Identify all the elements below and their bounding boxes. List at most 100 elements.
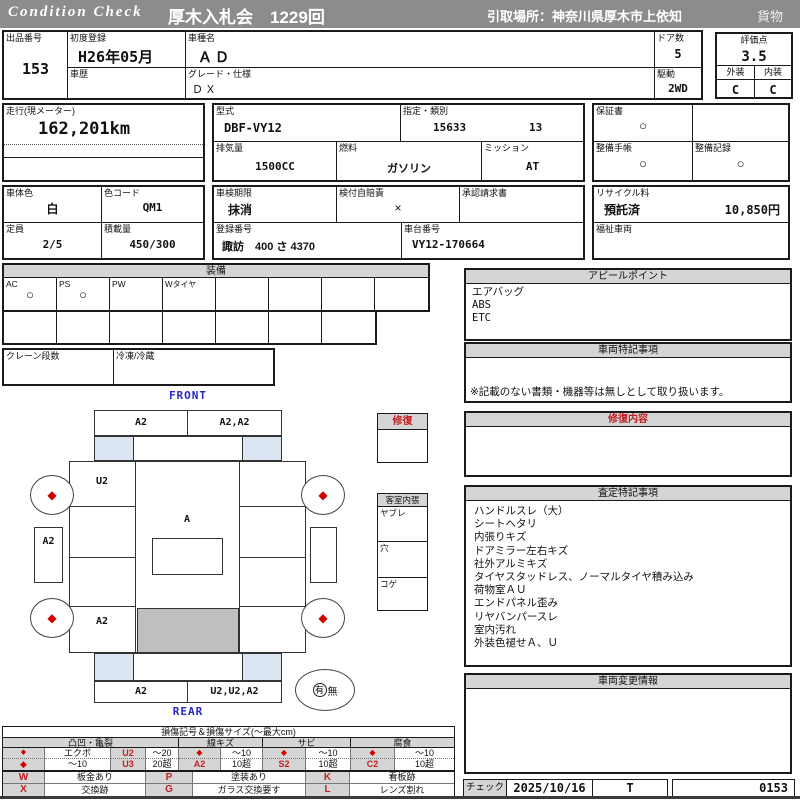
legend-code-k: K — [306, 772, 350, 784]
inspection-cell: 車検期限 抹消 — [214, 187, 337, 222]
legend-code-u3: U3 — [111, 759, 146, 770]
wheel-front-right: ◆ — [301, 475, 345, 515]
legend-text: 〜10 — [45, 759, 111, 770]
legend-text: 板金あり — [45, 772, 146, 784]
cabin-burn-cell: コゲ — [378, 578, 427, 609]
equipment-cell-empty — [322, 312, 375, 343]
capacity-value: 2/5 — [42, 238, 63, 251]
legend-text: 〜10 — [221, 748, 263, 759]
empty-cell — [693, 105, 788, 142]
pickup-location: 引取場所：神奈川県厚木市上依知 — [487, 9, 683, 24]
capacity-cell: 定員 2/5 — [4, 223, 102, 258]
legend-code-c2: C2 — [351, 759, 395, 770]
equipment-cell-empty — [269, 278, 322, 310]
rear-label: REAR — [172, 705, 204, 718]
right-door — [310, 527, 337, 583]
displacement-cell: 排気量 1500CC — [214, 142, 337, 180]
body-divider — [69, 557, 135, 558]
equipment-cell-empty — [375, 278, 428, 310]
equipment-cell-wtire: Wタイヤ — [163, 278, 216, 310]
assessment-notes-box: 査定特記事項 ハンドルスレ（大） シートヘタリ 内張りキズ ドアミラー左右キズ … — [464, 485, 792, 667]
color-capacity-box: 車体色 白 色コード QM1 定員 2/5 積載量 450/300 — [2, 185, 205, 260]
bottom-rule — [0, 796, 800, 799]
transmission-cell: ミッション AT — [482, 142, 583, 180]
exterior-grade-cell: C — [717, 80, 755, 97]
legend-text: 看板跡 — [350, 772, 454, 784]
appeal-item: ETC — [472, 312, 491, 324]
legend-group-scratch: 線キズ — [179, 738, 263, 748]
vehicle-notes-note: ※記載のない書類・機器等は無しとして取り扱います。 — [470, 386, 730, 398]
rear-cowl-left — [95, 654, 134, 680]
history-label: 車歴 — [70, 69, 89, 79]
legend-text: 20超 — [146, 759, 179, 770]
model-code-value: DBF-VY12 — [224, 121, 282, 135]
recycle-box: リサイクル料 預託済 10,850円 福祉車両 — [592, 185, 790, 260]
spare-tire-none-mark: 無 — [327, 686, 338, 698]
equipment-cell-empty — [4, 312, 57, 343]
registration-number-cell: 登録番号 諏訪 400 さ 4370 — [214, 223, 402, 258]
legend-text: 塗装あり — [193, 772, 306, 784]
brand-logo: Condition Check — [8, 4, 143, 20]
fridge-cell: 冷凍/冷蔵 — [114, 350, 273, 384]
approval-label: 承認請求書 — [462, 188, 508, 198]
insurance-cell: 検付自賠責 × — [337, 187, 460, 222]
cabin-tear-label: ヤブレ — [380, 508, 406, 518]
equipment-cell-empty — [216, 278, 269, 310]
legend-text: 〜10 — [395, 748, 454, 759]
mileage-label: 走行(現メーター) — [6, 106, 75, 116]
roof-panel — [152, 538, 223, 575]
recycle-status-value: 預託済 — [604, 203, 641, 217]
maintenance-book-cell: 整備手帳 ○ — [594, 142, 693, 180]
legend-group-corrosion: 腐食 — [351, 738, 454, 748]
color-code-cell: 色コード QM1 — [102, 187, 203, 223]
assessment-item: 室内汚れ — [474, 623, 516, 636]
recycle-fee-label: リサイクル料 — [596, 188, 650, 198]
crane-fridge-box: クレーン段数 冷凍/冷蔵 — [2, 348, 275, 386]
model-name-value: ＡＤ — [198, 49, 232, 65]
repair-detail-title: 修復内容 — [466, 413, 790, 427]
legend-symbol-diamond: ◆ — [179, 748, 221, 759]
legend-code-s2: S2 — [263, 759, 306, 770]
lot-number-value: 153 — [21, 60, 50, 78]
assessment-item: 外装色褪せＡ、Ｕ — [474, 637, 558, 650]
fuel-value: ガソリン — [387, 163, 431, 175]
legend-code-u2: U2 — [111, 748, 146, 759]
equipment-cell-empty — [216, 312, 269, 343]
cabin-tear-cell: ヤブレ — [378, 507, 427, 542]
rear-bumper: A2 U2,U2,A2 — [94, 681, 282, 703]
vehicle-notes-title: 車両特記事項 — [466, 344, 790, 358]
vehicle-change-info-title: 車両変更情報 — [466, 675, 790, 689]
cabin-hole-label: 穴 — [380, 543, 389, 553]
doors-value: 5 — [674, 47, 682, 61]
check-label: チェック — [464, 780, 507, 797]
maintenance-book-mark: ○ — [639, 156, 647, 171]
class-label: 指定・類別 — [403, 106, 449, 116]
cabin-hole-cell: 穴 — [378, 542, 427, 578]
front-cowl-left — [95, 437, 134, 460]
transmission-label: ミッション — [484, 143, 530, 153]
windshield-mark: A — [183, 514, 191, 525]
rear-cowl-right — [242, 654, 281, 680]
repair-content — [378, 430, 427, 462]
displacement-value: 1500CC — [255, 160, 295, 173]
chassis-number-value: VY12-170664 — [412, 238, 485, 251]
appeal-points-box: アピールポイント エアバッグ ABS ETC — [464, 268, 792, 341]
repair-detail-box: 修復内容 — [464, 411, 792, 477]
body-divider — [239, 606, 306, 607]
equipment-cell-pw: PW — [110, 278, 163, 310]
divider — [4, 157, 203, 158]
body-divider — [239, 506, 306, 507]
insurance-mark: × — [394, 201, 402, 215]
equipment-cell-ps: PS ○ — [57, 278, 110, 310]
chassis-number-label: 車台番号 — [404, 224, 441, 234]
assessment-item: タイヤスタッドレス、ノーマルタイヤ積み込み — [474, 571, 694, 584]
load-capacity-cell: 積載量 450/300 — [102, 223, 203, 258]
damage-code-table: W 板金あり P 塗装あり K 看板跡 X 交換跡 G ガラス交換要す L レン… — [2, 771, 455, 798]
wheel-rear-right: ◆ — [301, 598, 345, 638]
mileage-box: 走行(現メーター) 162,201km — [2, 103, 205, 182]
drive-label: 駆動 — [657, 69, 676, 79]
left-rear-quarter-mark: A2 — [95, 616, 109, 627]
transmission-value: AT — [525, 160, 540, 173]
fuel-label: 燃料 — [339, 143, 358, 153]
body-divider — [69, 506, 135, 507]
